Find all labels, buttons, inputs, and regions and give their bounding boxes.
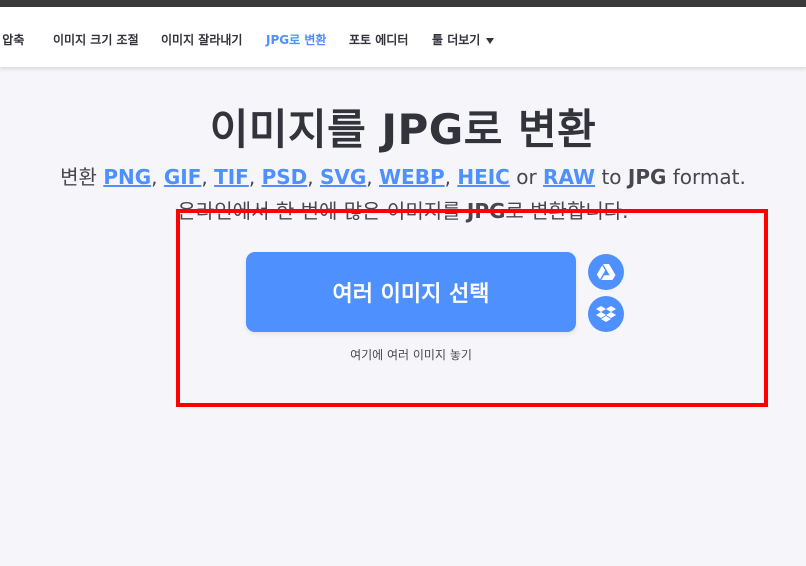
window-top-strip [0, 0, 806, 7]
subtitle-prefix: 변환 [60, 165, 97, 189]
google-drive-button[interactable] [588, 254, 624, 290]
subtitle2-bold: JPG [466, 199, 506, 223]
drop-images-hint: 여기에 여러 이미지 놓기 [350, 348, 472, 362]
dropbox-icon [596, 306, 616, 322]
nav-more-tools[interactable]: 툴 더보기 [432, 31, 495, 48]
top-nav: 이미지 압축 이미지 크기 조절 이미지 잘라내기 JPG로 변환 포토 에디터… [0, 7, 806, 67]
page-title: 이미지를 JPG로 변환 [209, 105, 597, 154]
page-subtitle: 변환 PNG, GIF, TIF, PSD, SVG, WEBP, HEIC o… [60, 165, 746, 189]
nav-compress-image[interactable]: 이미지 압축 [0, 31, 24, 48]
subtitle2-pre: 온라인에서 한 번에 많은 이미지를 [177, 199, 461, 223]
nav-resize-image[interactable]: 이미지 크기 조절 [53, 31, 139, 48]
format-link-png[interactable]: PNG [103, 165, 151, 189]
format-link-tif[interactable]: TIF [214, 165, 249, 189]
format-link-heic[interactable]: HEIC [457, 165, 510, 189]
page-subtitle-2: 온라인에서 한 번에 많은 이미지를 JPG로 변환합니다. [0, 195, 806, 224]
nav-photo-editor[interactable]: 포토 에디터 [349, 31, 408, 48]
subtitle2-post: 로 변환합니다. [505, 199, 629, 223]
dropbox-button[interactable] [588, 296, 624, 332]
subtitle-suffix: format. [672, 165, 746, 189]
format-link-webp[interactable]: WEBP [379, 165, 445, 189]
nav-crop-image[interactable]: 이미지 잘라내기 [161, 31, 242, 48]
subtitle-or: or [516, 165, 537, 189]
subtitle-target-format: JPG [627, 165, 667, 189]
subtitle-to: to [601, 165, 622, 189]
nav-convert-to-jpg[interactable]: JPG로 변환 [266, 31, 326, 48]
format-link-gif[interactable]: GIF [164, 165, 202, 189]
format-link-psd[interactable]: PSD [262, 165, 308, 189]
format-link-svg[interactable]: SVG [320, 165, 366, 189]
nav-more-tools-label: 툴 더보기 [432, 33, 481, 47]
google-drive-icon [596, 264, 616, 280]
format-link-raw[interactable]: RAW [543, 165, 595, 189]
select-images-button[interactable]: 여러 이미지 선택 [246, 252, 576, 332]
caret-down-icon [486, 37, 495, 44]
